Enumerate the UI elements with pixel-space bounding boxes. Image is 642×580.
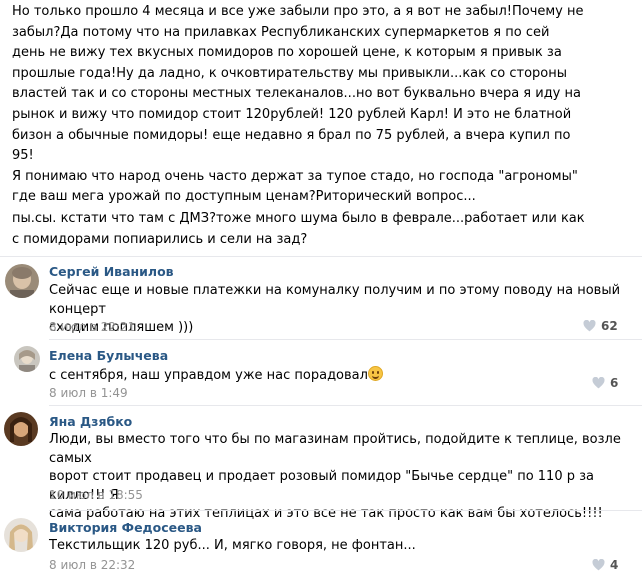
comment-line: сходим попляшем ))) [49,320,194,335]
post-postscript: пы.сы. кстати что там с ДМЗ?тоже много ш… [12,209,627,250]
post-line: Я понимаю что народ очень часто держат з… [12,168,578,184]
post-line: 95! [12,148,34,164]
comment-text: Текстильщик 120 руб... И, мягко говоря, … [49,537,634,556]
post-line: день не вижу тех вкусных помидоров по хо… [12,45,562,61]
post-line: бизон а обычные помидоры! еще недавно я … [12,127,571,143]
smile-emoji-icon [367,366,383,381]
comment: Елена Булычева с сентября, наш управдом … [0,340,642,404]
post-line: с помидорами попиарились и сели на зад? [12,231,308,247]
divider [49,510,642,511]
comment-line: Сейчас еще и новые платежки на комуналку… [49,283,621,317]
comment: Яна Дзябко Люди, вы вместо того что бы п… [0,406,642,521]
post-line: где ваш мега урожай по доступным ценам?Р… [12,189,476,205]
heart-icon [583,320,596,332]
post-text: Но только прошло 4 месяца и все уже забы… [12,2,627,208]
comment: Сергей Иванилов Сейчас еще и новые плате… [0,258,642,338]
comment-author[interactable]: Виктория Федосеева [49,520,202,535]
avatar[interactable] [14,346,40,372]
post-line: Но только прошло 4 месяца и все уже забы… [12,4,584,19]
like-button[interactable]: 62 [583,319,618,333]
like-count: 4 [610,558,619,572]
comment: Виктория Федосеева Текстильщик 120 руб..… [0,512,642,580]
like-button[interactable]: 4 [592,558,618,572]
post-line: забыл?Да потому что на прилавках Республ… [12,24,550,40]
comment-author[interactable]: Сергей Иванилов [49,264,174,279]
like-count: 62 [601,319,618,333]
divider [0,256,642,257]
avatar[interactable] [4,518,38,552]
comment-line: Люди, вы вместо того что бы по магазинам… [49,432,621,466]
comment-text: Сейчас еще и новые платежки на комуналку… [49,282,634,338]
post-line: властей так и со стороны местных телекан… [12,86,581,102]
comment-text: с сентября, наш управдом уже нас порадов… [49,366,634,386]
like-count: 6 [610,376,619,390]
like-button[interactable]: 6 [592,376,618,390]
avatar[interactable] [4,412,38,446]
post-line: пы.сы. кстати что там с ДМЗ?тоже много ш… [12,211,585,226]
comment-date[interactable]: 10 июл в 18:55 [49,488,143,502]
post-line: прошлые года!Ну да ладно, к очковтирател… [12,65,568,81]
comment-date[interactable]: 8 июл в 22:32 [49,558,135,572]
comment-date[interactable]: 8 июл в 22:21 [49,320,135,334]
comment-author[interactable]: Елена Булычева [49,348,168,363]
heart-icon [592,377,605,389]
comment-date[interactable]: 8 июл в 1:49 [49,386,128,400]
comment-author[interactable]: Яна Дзябко [49,414,132,429]
comment-line: с сентября, наш управдом уже нас порадов… [49,368,368,383]
heart-icon [592,559,605,571]
comment-line: Текстильщик 120 руб... И, мягко говоря, … [49,538,416,553]
avatar[interactable] [5,264,39,298]
post-line: рынок и вижу что помидор стоит 120рублей… [12,106,572,122]
